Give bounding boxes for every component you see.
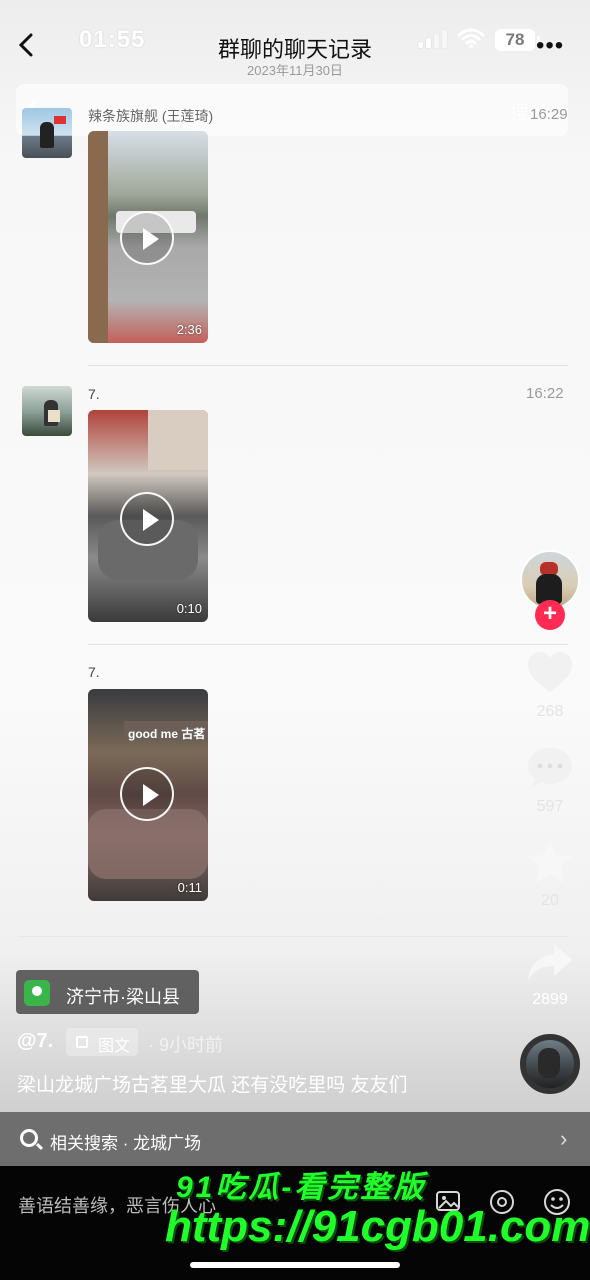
video-thumbnail[interactable]: 2:36 — [88, 131, 208, 343]
play-icon — [120, 767, 174, 821]
favorite-star-icon[interactable] — [526, 838, 574, 886]
play-icon — [120, 211, 174, 265]
storefront-sign: good me 古茗 — [128, 727, 206, 741]
avatar[interactable] — [22, 108, 72, 158]
video-thumbnail[interactable]: good me 古茗 0:11 — [88, 689, 208, 901]
divider — [18, 936, 568, 937]
share-count: 2899 — [532, 991, 568, 1008]
post-caption: 梁山龙城广场古茗里大瓜 还有没吃里吗 友友们 — [17, 1075, 408, 1096]
share-arrow-icon[interactable] — [526, 938, 574, 986]
divider — [88, 644, 568, 645]
post-type-label: 图文 — [98, 1038, 131, 1055]
location-text: 济宁市·梁山县 — [66, 987, 180, 1007]
favorite-count: 20 — [541, 892, 559, 909]
related-search-text[interactable]: 相关搜索 · 龙城广场 — [50, 1129, 201, 1154]
comment-count: 597 — [536, 798, 564, 815]
message-sender: 7. — [88, 386, 100, 402]
post-time: · 9小时前 — [148, 1035, 224, 1055]
location-pin-icon — [24, 980, 50, 1006]
music-disc-avatar[interactable] — [520, 1034, 580, 1094]
home-indicator — [190, 1262, 400, 1268]
follow-button[interactable]: + — [535, 600, 565, 630]
play-icon — [120, 492, 174, 546]
video-thumbnail[interactable]: 0:10 — [88, 410, 208, 622]
screen: 01:55 78 群聊的聊天记录 2023年11月30日 ••• 搜索 辣条族旗… — [0, 0, 590, 1280]
message-sender: 辣条族旗舰 (王莲琦) — [88, 108, 214, 124]
more-button[interactable]: ••• — [536, 32, 564, 60]
message-sender: 7. — [88, 664, 100, 680]
search-icon — [20, 1129, 38, 1147]
video-duration: 0:11 — [177, 880, 202, 895]
image-post-icon — [76, 1036, 88, 1048]
avatar[interactable] — [22, 386, 72, 436]
divider — [88, 365, 568, 366]
watermark-line-2: https://91cgb01.com — [165, 1202, 590, 1251]
like-count: 268 — [536, 703, 564, 720]
like-heart-icon[interactable] — [526, 650, 574, 698]
chevron-right-icon: › — [560, 1126, 568, 1151]
message-time: 16:29 — [530, 106, 568, 123]
video-duration: 2:36 — [176, 322, 202, 337]
author-name[interactable]: @7. — [17, 1030, 53, 1053]
message-time: 16:22 — [526, 385, 564, 402]
video-duration: 0:10 — [176, 601, 202, 616]
watermark-line-1: 91吃瓜-看完整版 — [176, 1171, 427, 1204]
page-date: 2023年11月30日 — [247, 63, 343, 78]
comment-icon[interactable] — [526, 744, 574, 792]
